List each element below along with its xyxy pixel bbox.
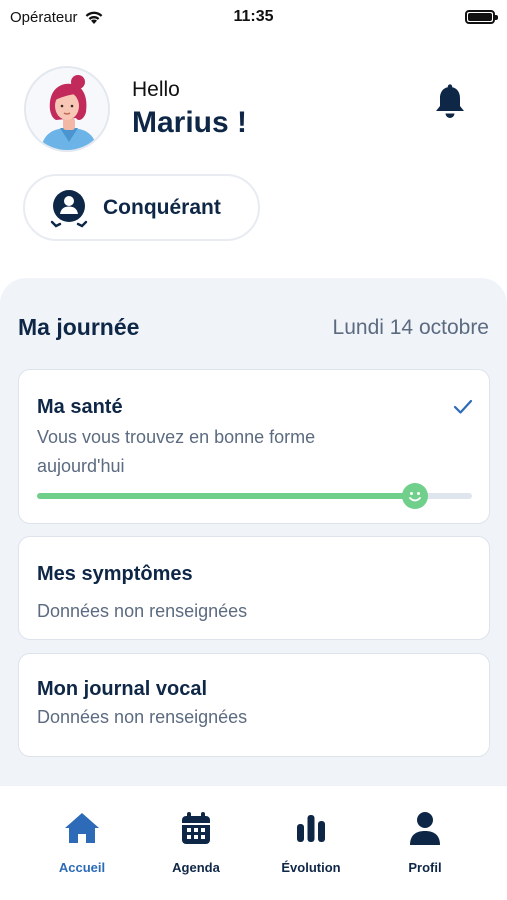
person-icon	[410, 812, 440, 845]
nav-item-profil[interactable]: Profil	[375, 808, 475, 875]
voice-journal-card-text: Données non renseignées	[37, 707, 248, 727]
nav-label-profil: Profil	[408, 860, 442, 875]
symptoms-card-text: Données non renseignées	[37, 601, 248, 621]
home-icon	[65, 813, 99, 843]
bell-icon[interactable]	[433, 84, 467, 120]
health-card-title: Ma santé	[37, 396, 123, 418]
health-card-text: Vous vous trouvez en bonne forme aujourd…	[37, 427, 316, 476]
achievement-badge-button[interactable]: Conquérant	[23, 174, 260, 241]
health-level-slider[interactable]	[37, 483, 472, 509]
battery-icon	[465, 10, 498, 24]
avatar-illustration	[26, 68, 108, 150]
symptoms-card[interactable]: Mes symptômes Données non renseignées	[18, 536, 490, 640]
health-card[interactable]: Ma santé Vous vous trouvez en bonne form…	[18, 369, 490, 524]
voice-journal-card-title: Mon journal vocal	[37, 678, 208, 700]
user-name: Marius !	[132, 106, 248, 139]
health-level-fill	[37, 493, 416, 499]
check-icon	[453, 399, 473, 414]
avatar[interactable]	[24, 66, 110, 152]
section-title: Ma journée	[18, 314, 140, 340]
symptoms-card-title: Mes symptômes	[37, 563, 193, 585]
nav-item-evolution[interactable]: Évolution	[261, 808, 361, 875]
greeting: Hello Marius !	[132, 78, 247, 140]
current-date: Lundi 14 octobre	[332, 316, 489, 339]
status-left: Opérateur	[10, 9, 104, 26]
nav-label-evolution: Évolution	[281, 860, 341, 875]
header: Hello Marius !	[24, 66, 483, 152]
nav-label-accueil: Accueil	[58, 860, 106, 875]
voice-journal-card[interactable]: Mon journal vocal Données non renseignée…	[18, 653, 490, 757]
status-bar: Opérateur 11:35	[0, 0, 507, 34]
nav-label-agenda: Agenda	[172, 860, 220, 875]
bottom-navigation: Accueil Agenda Évolution Profil	[0, 785, 507, 900]
badge-label: Conquérant	[103, 195, 221, 219]
nav-item-accueil[interactable]: Accueil	[32, 808, 132, 875]
wifi-icon	[85, 11, 102, 24]
user-badge-icon	[50, 189, 88, 227]
smiley-icon[interactable]	[402, 483, 429, 509]
carrier-label: Opérateur	[10, 8, 78, 26]
greeting-label: Hello	[132, 78, 180, 101]
day-panel: Ma journée Lundi 14 octobre Ma santé Vou…	[0, 278, 507, 798]
calendar-icon	[182, 812, 210, 844]
nav-item-agenda[interactable]: Agenda	[146, 808, 246, 875]
bar-chart-icon	[297, 815, 325, 842]
